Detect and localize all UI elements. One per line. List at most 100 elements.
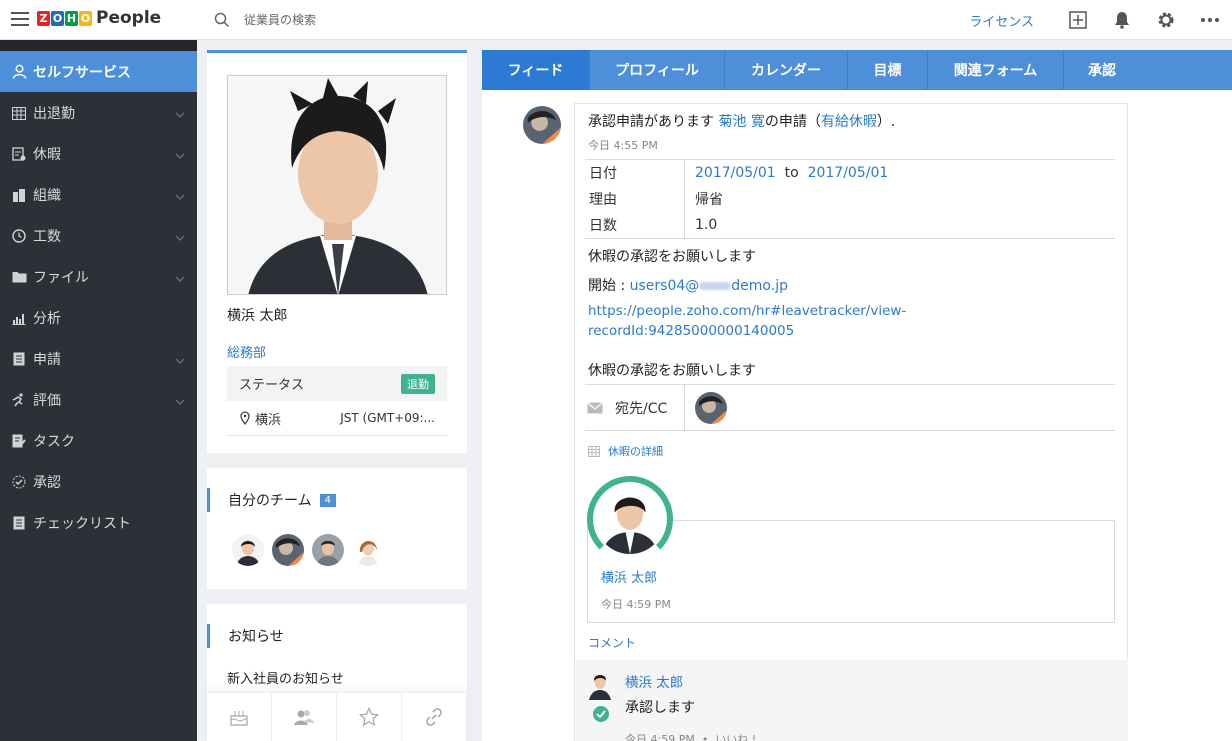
team-member-avatar[interactable]	[312, 534, 344, 566]
gear-icon[interactable]	[1144, 0, 1188, 40]
record-link[interactable]: https://people.zoho.com/hr#leavetracker/…	[588, 301, 906, 341]
star-icon[interactable]	[337, 693, 402, 741]
tab-feed[interactable]: フィード	[482, 50, 590, 90]
sidebar-item-10[interactable]: 承認	[0, 461, 197, 502]
start-line: 開始 : users04@ demo.jp	[588, 275, 788, 295]
sidebar-item-8[interactable]: 評価	[0, 379, 197, 420]
approver-name[interactable]: 横浜 太郎	[601, 567, 657, 586]
sidebar-item-label: 出退勤	[33, 105, 75, 122]
chevron-down-icon[interactable]	[175, 106, 185, 122]
people-icon[interactable]	[272, 693, 337, 741]
status-row: ステータス 退勤	[227, 366, 447, 401]
sidebar-item-6[interactable]: 分析	[0, 297, 197, 338]
commenter-avatar[interactable]	[587, 670, 613, 700]
notice-title-row: お知らせ	[207, 624, 284, 648]
sidebar-item-7[interactable]: 申請	[0, 338, 197, 379]
message-text: 休暇の承認をお願いします	[588, 363, 756, 379]
comment-block: 横浜 太郎 承認します 今日 4:59 PM • いいね !	[575, 660, 1128, 741]
tab-approvals[interactable]: 承認	[1064, 50, 1140, 90]
start-label: 開始 :	[588, 278, 630, 294]
team-member-avatar[interactable]	[232, 534, 264, 566]
leave-icon	[11, 146, 27, 162]
sidebar-item-0[interactable]: セルフサービス	[0, 51, 197, 92]
sidebar-item-5[interactable]: ファイル	[0, 256, 197, 297]
profile-photo[interactable]	[227, 75, 447, 295]
zoho-people-logo[interactable]: Z O H O People	[37, 6, 161, 30]
app-name: People	[96, 8, 162, 28]
date-to: 2017/05/01	[807, 165, 889, 181]
team-member-avatar[interactable]	[352, 534, 384, 566]
notice-card: お知らせ 新入社員のお知らせ	[207, 604, 467, 741]
tab-calendar[interactable]: カレンダー	[725, 50, 848, 90]
team-card: 自分のチーム 4	[207, 468, 467, 589]
table-row: 理由 帰省	[585, 186, 1115, 212]
status-label: ステータス	[239, 378, 305, 393]
table-row: 日数 1.0	[585, 212, 1115, 238]
sidebar-item-label: 組織	[33, 187, 61, 204]
team-title: 自分のチーム	[228, 493, 312, 509]
tab-related-forms[interactable]: 関連フォーム	[928, 50, 1064, 90]
leave-type-link[interactable]: 有給休暇	[821, 114, 877, 130]
chevron-down-icon[interactable]	[175, 229, 185, 245]
start-email-domain[interactable]: demo.jp	[731, 278, 788, 294]
bell-icon[interactable]	[1100, 0, 1144, 40]
birthday-cake-icon[interactable]	[207, 693, 272, 741]
notice-item[interactable]: 新入社員のお知らせ	[227, 668, 344, 687]
post-headline: 承認申請があります 菊池 寛の申請（有給休暇）.	[588, 111, 895, 131]
chevron-down-icon[interactable]	[175, 270, 185, 286]
requester-avatar[interactable]	[523, 106, 561, 144]
team-avatars	[232, 534, 392, 566]
approve-icon	[11, 474, 27, 490]
sidebar-item-2[interactable]: 休暇	[0, 133, 197, 174]
sidebar-item-4[interactable]: 工数	[0, 215, 197, 256]
run-icon	[11, 392, 27, 408]
sidebar: セルフサービス出退勤休暇組織工数 ファイル 分析 申請 評価 タスク 承認チェックリスト	[0, 40, 197, 741]
top-bar: Z O H O People 従業員の検索 ライセンス	[0, 0, 1232, 40]
employee-search[interactable]: 従業員の検索	[214, 11, 316, 28]
date-to-word: to	[784, 165, 799, 181]
approver-time: 今日 4:59 PM	[601, 598, 671, 611]
logo-letter: Z	[37, 10, 50, 26]
sidebar-item-11[interactable]: チェックリスト	[0, 502, 197, 543]
logo-letter: H	[65, 10, 78, 26]
leave-details-link[interactable]: 休暇の詳細	[588, 443, 663, 459]
start-email[interactable]: users04@	[630, 278, 700, 294]
link-icon[interactable]	[402, 693, 467, 741]
approver-avatar[interactable]	[595, 484, 665, 554]
sidebar-item-3[interactable]: 組織	[0, 174, 197, 215]
envelope-icon	[587, 401, 603, 413]
form-icon	[11, 351, 27, 367]
comment-author[interactable]: 横浜 太郎	[625, 671, 683, 691]
comment-link[interactable]: コメント	[588, 634, 636, 651]
add-icon[interactable]	[1056, 0, 1100, 40]
sidebar-item-9[interactable]: タスク	[0, 420, 197, 461]
more-icon[interactable]	[1188, 0, 1232, 40]
chevron-down-icon[interactable]	[175, 188, 185, 204]
notice-title: お知らせ	[228, 629, 284, 645]
checklist-icon	[11, 515, 27, 531]
license-link[interactable]: ライセンス	[969, 11, 1034, 30]
record-link-line: recordId:94285000000140005	[588, 323, 795, 339]
like-link[interactable]: いいね !	[715, 733, 756, 741]
message-text: 休暇の承認をお願いします	[588, 249, 756, 265]
bar-chart-icon	[11, 310, 27, 326]
headline-text: 承認申請があります	[588, 114, 719, 130]
team-member-avatar[interactable]	[272, 534, 304, 566]
cc-avatar[interactable]	[695, 391, 727, 424]
hamburger-menu-icon[interactable]	[11, 12, 29, 26]
sidebar-strip	[0, 40, 197, 51]
team-count-badge: 4	[319, 493, 336, 507]
days-label: 日数	[585, 212, 685, 238]
requester-link[interactable]: 菊池 寛	[718, 114, 764, 130]
department-link[interactable]: 総務部	[227, 342, 266, 361]
user-icon	[11, 64, 27, 80]
sidebar-item-label: チェックリスト	[33, 515, 131, 532]
tab-goals[interactable]: 目標	[848, 50, 928, 90]
sidebar-item-1[interactable]: 出退勤	[0, 92, 197, 133]
chevron-down-icon[interactable]	[175, 147, 185, 163]
to-cc-row: 宛先/CC	[585, 384, 1115, 431]
chevron-down-icon[interactable]	[175, 352, 185, 368]
chevron-down-icon[interactable]	[175, 393, 185, 409]
tab-profile[interactable]: プロフィール	[590, 50, 725, 90]
clock-icon	[11, 228, 27, 244]
